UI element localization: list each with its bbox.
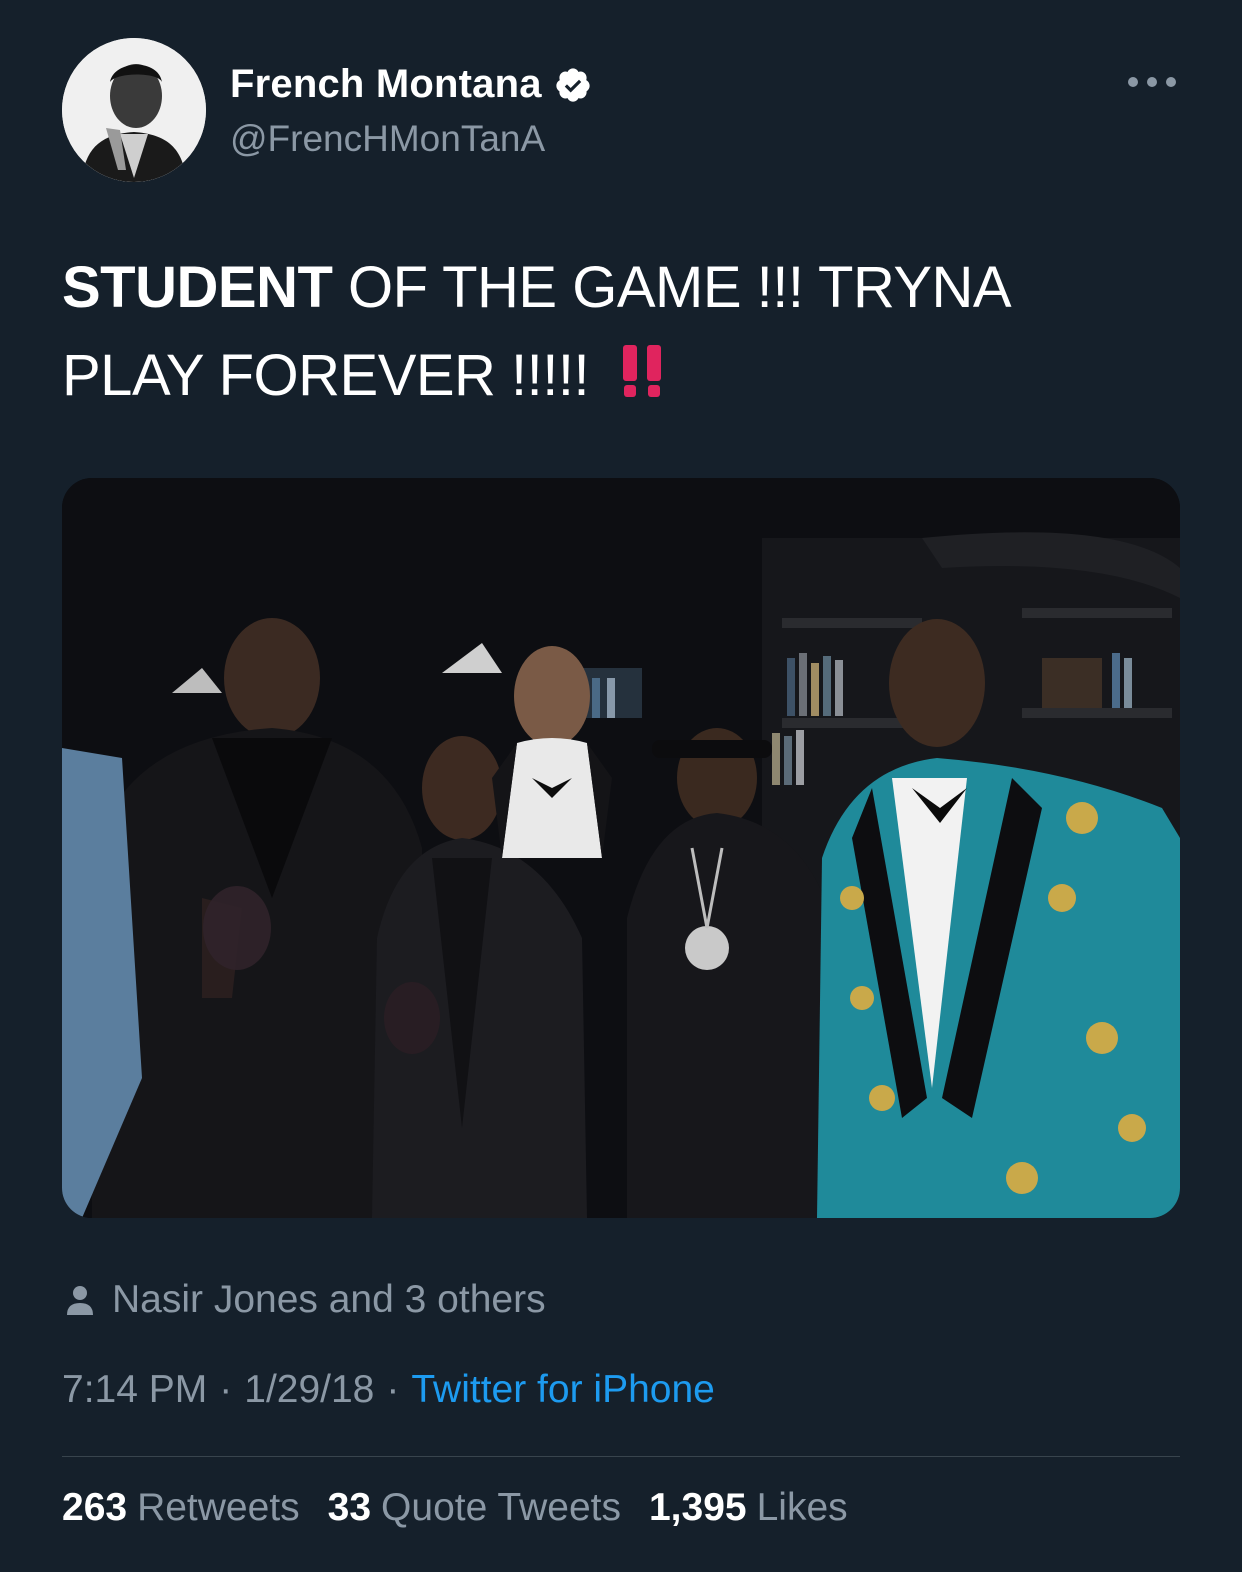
likes-count: 1,395 (648, 1486, 747, 1529)
meta-separator: · (219, 1368, 233, 1411)
quote-tweets-stat[interactable]: 33 Quote Tweets (328, 1486, 621, 1530)
tweet-source-link[interactable]: Twitter for iPhone (411, 1368, 714, 1412)
meta-separator: · (386, 1368, 400, 1411)
likes-label: Likes (756, 1486, 848, 1529)
verified-badge-icon (556, 67, 590, 102)
likes-stat[interactable]: 1,395 Likes (649, 1486, 848, 1530)
tagged-people-label: Nasir Jones and 3 others (112, 1278, 546, 1321)
tagged-people[interactable]: Nasir Jones and 3 others (66, 1278, 546, 1322)
person-icon (67, 1286, 93, 1315)
tweet-photo[interactable] (62, 478, 1180, 1218)
more-dot (1128, 77, 1138, 87)
tweet-metadata: 7:14 PM · 1/29/18 · Twitter for iPhone (62, 1368, 715, 1412)
quote-tweets-label: Quote Tweets (381, 1486, 621, 1529)
avatar-photo-icon (62, 38, 206, 182)
more-dot (1147, 77, 1157, 87)
double-exclamation-icon (619, 336, 667, 424)
retweets-count: 263 (62, 1486, 128, 1529)
group-photo-icon (62, 478, 1180, 1218)
more-options-icon[interactable] (1128, 70, 1176, 94)
retweets-stat[interactable]: 263 Retweets (62, 1486, 300, 1530)
retweets-label: Retweets (137, 1486, 300, 1529)
display-name[interactable]: French Montana (230, 62, 542, 107)
user-handle[interactable]: @FrencHMonTanA (230, 118, 545, 160)
tweet-text: STUDENT OF THE GAME !!! TRYNA PLAY FOREV… (62, 244, 1162, 424)
tweet-text-bold: STUDENT (62, 255, 333, 320)
quote-tweets-count: 33 (327, 1486, 372, 1529)
name-row: French Montana (230, 62, 592, 107)
more-dot (1166, 77, 1176, 87)
tweet-stats: 263 Retweets 33 Quote Tweets 1,395 Likes (62, 1486, 876, 1530)
tweet-time[interactable]: 7:14 PM (62, 1368, 207, 1412)
tweet-detail: French Montana @FrencHMonTanA STUDENT OF… (0, 0, 1242, 1572)
avatar[interactable] (62, 38, 206, 182)
tweet-date[interactable]: 1/29/18 (244, 1368, 374, 1412)
tweet-header: French Montana @FrencHMonTanA (62, 38, 1180, 182)
divider (62, 1456, 1180, 1457)
